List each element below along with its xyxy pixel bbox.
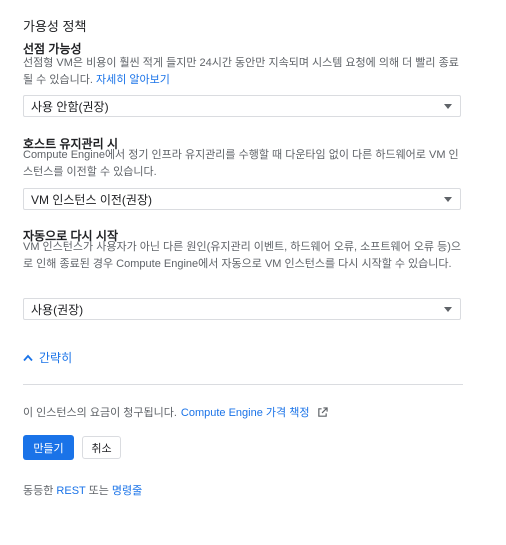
- equivalent-middle: 또는: [85, 485, 112, 497]
- preemptible-description: 선점형 VM은 비용이 훨씬 적게 들지만 24시간 동안만 지속되며 시스템 …: [23, 55, 463, 89]
- billing-notice: 이 인스턴스의 요금이 청구됩니다. Compute Engine 가격 책정: [23, 404, 329, 420]
- auto-restart-description: VM 인스턴스가 사용자가 아닌 다른 원인(유지관리 이벤트, 하드웨어 오류…: [23, 241, 461, 270]
- pricing-link[interactable]: Compute Engine 가격 책정: [181, 404, 310, 420]
- host-maintenance-description: Compute Engine에서 정기 인프라 유지관리를 수행할 때 다운타임…: [23, 149, 459, 178]
- host-maintenance-select[interactable]: VM 인스턴스 이전(권장): [23, 188, 461, 210]
- collapse-toggle[interactable]: 간략히: [23, 349, 72, 366]
- create-button[interactable]: 만들기: [23, 435, 74, 460]
- command-line-link[interactable]: 명령줄: [112, 485, 142, 497]
- section-title: 가용성 정책: [23, 19, 87, 34]
- host-maintenance-select-value: VM 인스턴스 이전(권장): [31, 192, 152, 207]
- equivalent-links: 동등한 REST 또는 명령줄: [23, 482, 142, 498]
- equivalent-prefix: 동등한: [23, 485, 57, 497]
- caret-down-icon: [444, 307, 452, 312]
- external-link-icon[interactable]: [317, 406, 329, 418]
- auto-restart-select[interactable]: 사용(권장): [23, 298, 461, 320]
- chevron-up-icon: [23, 354, 33, 361]
- caret-down-icon: [444, 104, 452, 109]
- collapse-label: 간략히: [39, 351, 73, 365]
- billing-text: 이 인스턴스의 요금이 청구됩니다.: [23, 407, 177, 419]
- preemptible-select-value: 사용 안함(권장): [31, 99, 109, 114]
- cancel-button[interactable]: 취소: [82, 436, 121, 459]
- preemptible-description-text: 선점형 VM은 비용이 훨씬 적게 들지만 24시간 동안만 지속되며 시스템 …: [23, 57, 459, 86]
- caret-down-icon: [444, 197, 452, 202]
- auto-restart-select-value: 사용(권장): [31, 302, 84, 317]
- rest-link[interactable]: REST: [56, 485, 85, 497]
- preemptible-select[interactable]: 사용 안함(권장): [23, 95, 461, 117]
- learn-more-link[interactable]: 자세히 알아보기: [96, 74, 170, 86]
- divider: [23, 384, 463, 385]
